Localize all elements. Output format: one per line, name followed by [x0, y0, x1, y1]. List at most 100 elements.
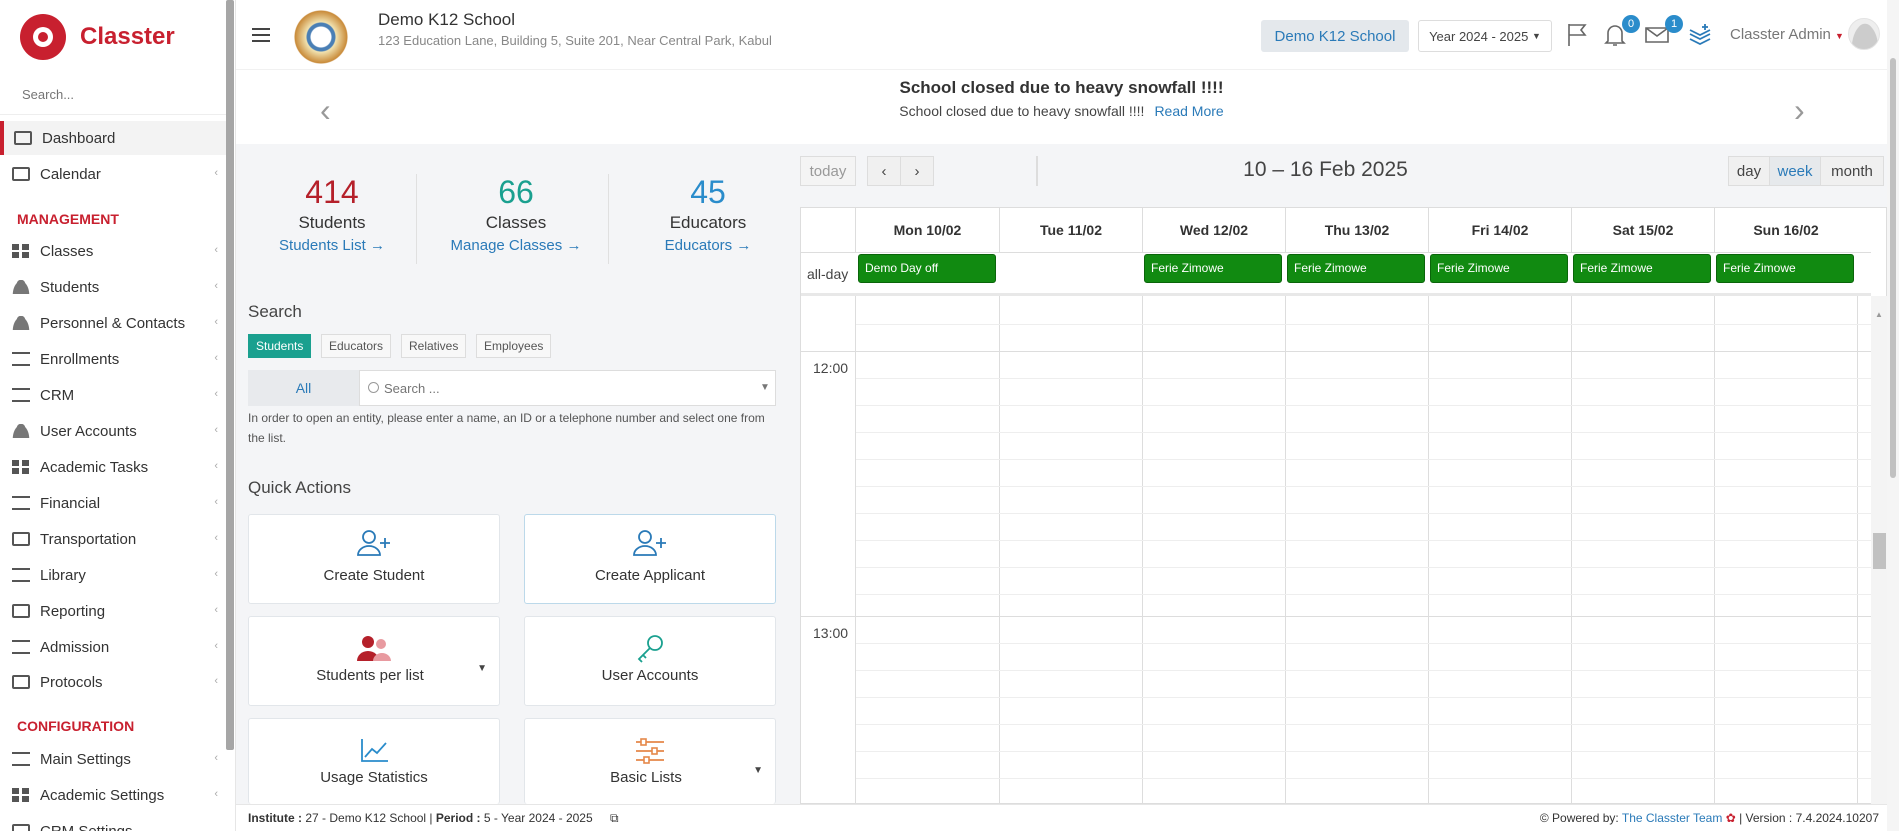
calendar-event[interactable]: Ferie Zimowe: [1716, 254, 1854, 283]
powered-icon: ©: [1539, 811, 1549, 825]
calendar-event[interactable]: Ferie Zimowe: [1287, 254, 1425, 283]
grid-line: [855, 296, 856, 805]
scrollbar-thumb[interactable]: [1873, 533, 1886, 569]
tab-educators[interactable]: Educators: [321, 334, 392, 358]
chevron-left-icon: ‹: [214, 604, 218, 616]
user-accounts-button[interactable]: User Accounts: [524, 616, 776, 706]
bus-icon: [12, 532, 30, 546]
students-per-list-button[interactable]: Students per list ▼: [248, 616, 500, 706]
divider: [416, 174, 417, 264]
day-header: Fri 14/02: [1428, 208, 1571, 252]
chevron-left-icon: ‹: [214, 640, 218, 652]
stat-value: 414: [305, 174, 359, 210]
sidebar-item-financial[interactable]: Financial ‹: [0, 486, 226, 520]
grid-line: [856, 724, 1871, 725]
sidebar-item-label: Financial: [40, 494, 101, 512]
create-applicant-button[interactable]: Create Applicant: [524, 514, 776, 604]
scrollbar-thumb[interactable]: [1890, 58, 1896, 478]
calendar-scrollbar[interactable]: ▲: [1871, 296, 1888, 805]
sidebar-item-protocols[interactable]: Protocols ‹: [0, 665, 226, 699]
grid-line: [856, 378, 1871, 379]
day-header: Wed 12/02: [1142, 208, 1285, 252]
sidebar-item-personnel[interactable]: Personnel & Contacts ‹: [0, 306, 226, 340]
grid-line: [801, 351, 1871, 352]
sidebar-item-library[interactable]: Library ‹: [0, 558, 226, 592]
sidebar-item-calendar[interactable]: Calendar ‹: [0, 157, 226, 191]
sidebar-item-classes[interactable]: Classes ‹: [0, 234, 226, 268]
page-scrollbar[interactable]: [1887, 0, 1899, 831]
flag-icon[interactable]: [1565, 22, 1591, 48]
layers-add-icon[interactable]: [1687, 22, 1713, 48]
sidebar-item-label: Academic Tasks: [40, 458, 149, 476]
brand-logo[interactable]: Classter: [20, 14, 175, 60]
grid-line: [856, 540, 1871, 541]
coins-icon: [12, 496, 30, 510]
view-week-button[interactable]: week: [1769, 156, 1821, 186]
sidebar-item-crm[interactable]: CRM ‹: [0, 378, 226, 412]
sidebar-item-enrollments[interactable]: Enrollments ‹: [0, 342, 226, 376]
year-select[interactable]: Year 2024 - 2025 ▼: [1418, 20, 1552, 52]
carousel-next-icon[interactable]: ›: [1794, 92, 1805, 129]
sidebar-item-reporting[interactable]: Reporting ‹: [0, 594, 226, 628]
sidebar-item-label: Library: [40, 566, 86, 584]
divider: [0, 114, 226, 115]
notifications-badge: 0: [1622, 15, 1640, 33]
caret-down-icon[interactable]: ▼: [760, 382, 770, 393]
sidebar-search-input[interactable]: [22, 87, 212, 102]
stat-label: Students: [298, 213, 366, 232]
tab-relatives[interactable]: Relatives: [401, 334, 467, 358]
grid-line: [856, 513, 1871, 514]
students-list-link[interactable]: Students List →: [236, 237, 428, 254]
basic-lists-button[interactable]: Basic Lists ▼: [524, 718, 776, 804]
chevron-left-icon: ‹: [214, 280, 218, 292]
classter-team-link[interactable]: The Classter Team: [1622, 811, 1722, 825]
search-scope-button[interactable]: All: [248, 370, 359, 406]
caret-down-icon[interactable]: ▼: [477, 663, 487, 674]
hamburger-menu-icon[interactable]: [252, 28, 270, 42]
school-switch-button[interactable]: Demo K12 School: [1261, 20, 1409, 52]
stat-value: 66: [498, 174, 534, 210]
sidebar-item-students[interactable]: Students ‹: [0, 270, 226, 304]
quick-action-label: Basic Lists: [610, 769, 682, 786]
view-day-button[interactable]: day: [1728, 156, 1770, 186]
sidebar-scrollbar[interactable]: [226, 0, 234, 750]
sidebar-item-main-settings[interactable]: Main Settings ‹: [0, 742, 226, 776]
stat-classes: 66 Classes Manage Classes →: [420, 174, 612, 254]
usage-statistics-button[interactable]: Usage Statistics: [248, 718, 500, 804]
sidebar-item-transportation[interactable]: Transportation ‹: [0, 522, 226, 556]
create-student-button[interactable]: Create Student: [248, 514, 500, 604]
period-label: Period :: [435, 811, 481, 825]
sidebar-item-crm-settings[interactable]: CRM Settings: [0, 814, 226, 831]
tab-employees[interactable]: Employees: [476, 334, 552, 358]
view-month-button[interactable]: month: [1820, 156, 1884, 186]
read-more-link[interactable]: Read More: [1154, 103, 1223, 119]
caret-down-icon[interactable]: ▼: [753, 765, 763, 776]
powered-by-text: Powered by:: [1552, 811, 1619, 825]
link-text: Educators: [664, 237, 733, 254]
scroll-up-icon[interactable]: ▲: [1875, 310, 1883, 319]
user-name: Classter Admin: [1730, 26, 1831, 43]
sidebar-item-academic-settings[interactable]: Academic Settings ‹: [0, 778, 226, 812]
calendar-event[interactable]: Demo Day off: [858, 254, 996, 283]
sidebar-item-academic-tasks[interactable]: Academic Tasks ‹: [0, 450, 226, 484]
educators-link[interactable]: Educators →: [612, 237, 804, 254]
sidebar-item-label: Calendar: [40, 165, 101, 183]
chevron-left-icon: ‹: [214, 752, 218, 764]
avatar[interactable]: [1848, 18, 1880, 50]
user-menu[interactable]: Classter Admin ▼: [1730, 26, 1844, 43]
sidebar-item-dashboard[interactable]: Dashboard: [0, 121, 226, 155]
sidebar-item-label: Transportation: [40, 530, 137, 548]
calendar-event[interactable]: Ferie Zimowe: [1430, 254, 1568, 283]
calendar-event[interactable]: Ferie Zimowe: [1144, 254, 1282, 283]
manage-classes-link[interactable]: Manage Classes →: [420, 237, 612, 254]
caret-down-icon: ▼: [1531, 31, 1541, 41]
copy-icon[interactable]: ⧉: [610, 811, 619, 825]
calendar-event[interactable]: Ferie Zimowe: [1573, 254, 1711, 283]
sidebar-item-user-accounts[interactable]: User Accounts ‹: [0, 414, 226, 448]
entity-search-input[interactable]: [359, 370, 776, 406]
section-configuration: CONFIGURATION: [17, 718, 135, 734]
link-text: Manage Classes: [450, 237, 563, 254]
tab-students[interactable]: Students: [248, 334, 312, 358]
sidebar-item-admission[interactable]: Admission ‹: [0, 630, 226, 664]
chevron-left-icon: ‹: [214, 424, 218, 436]
